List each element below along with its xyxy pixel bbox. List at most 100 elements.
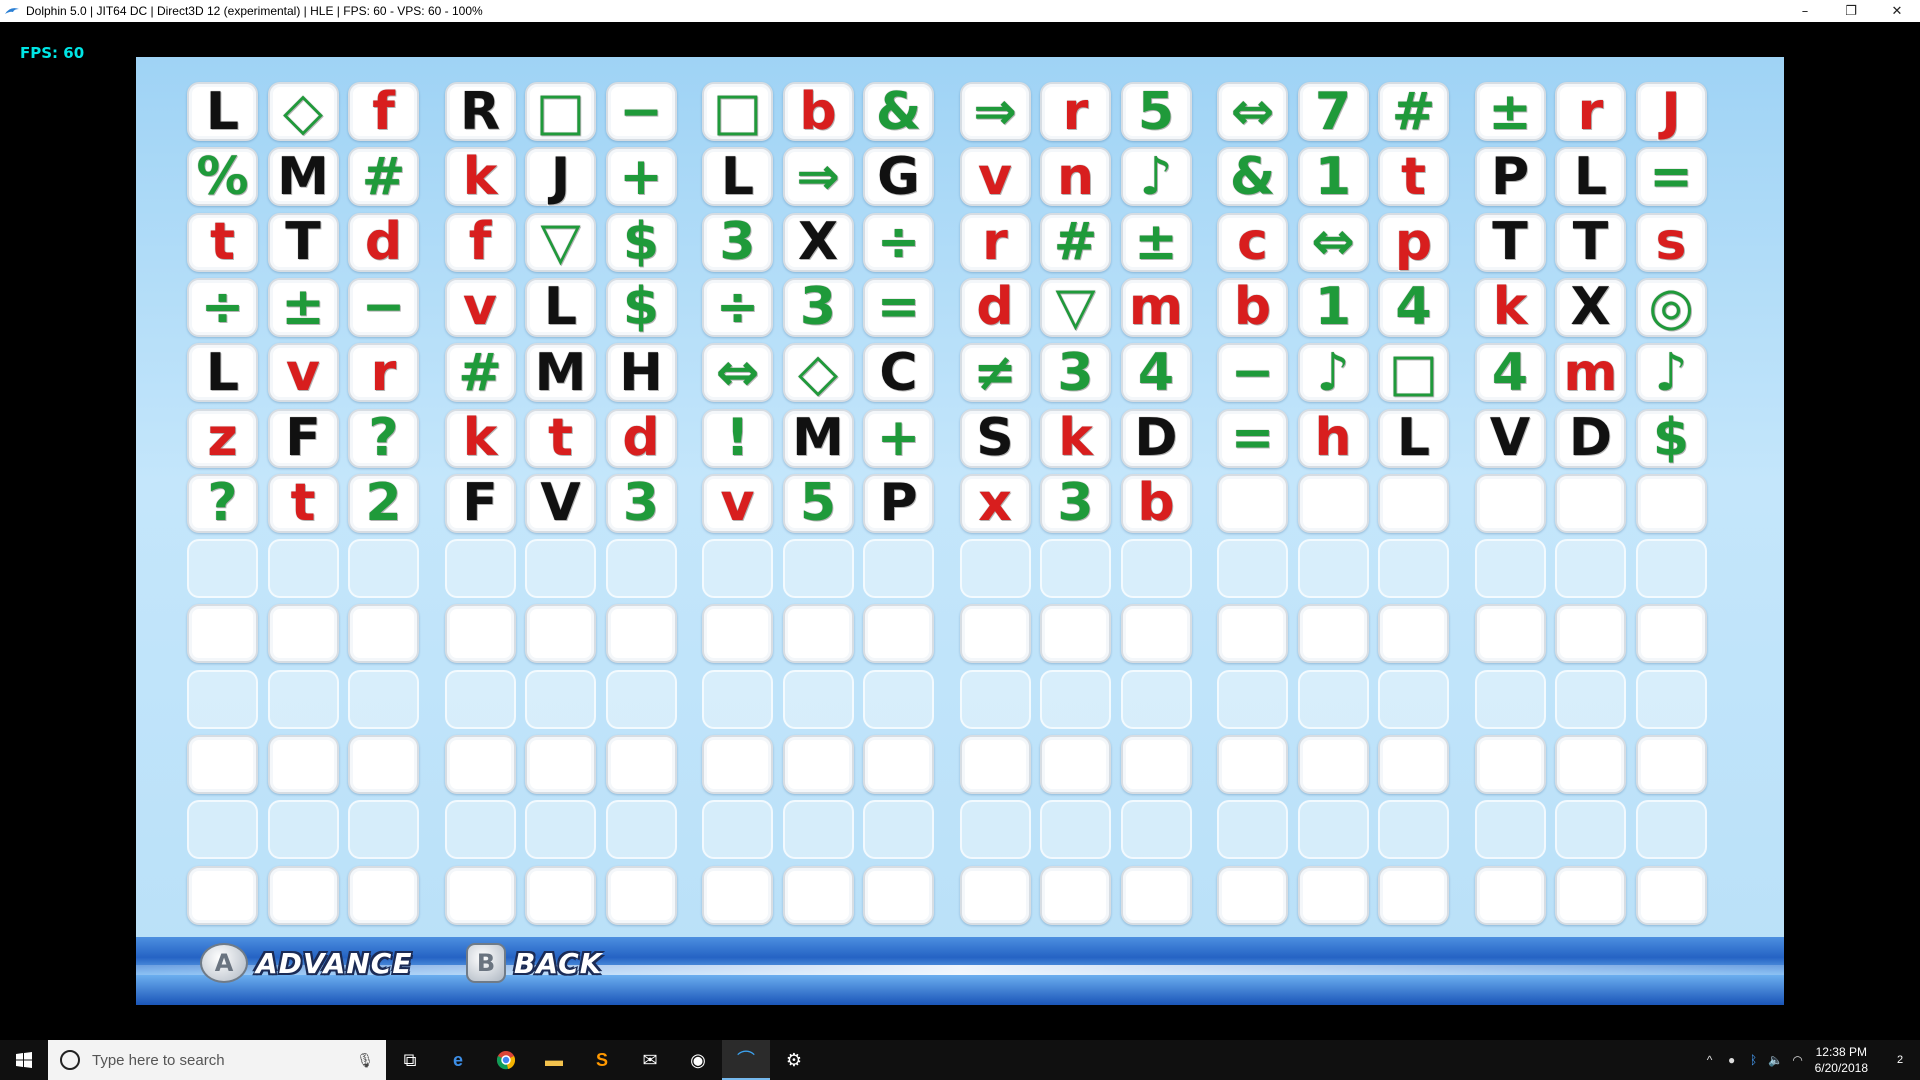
empty-tile[interactable] bbox=[1297, 604, 1369, 664]
empty-tile[interactable] bbox=[348, 539, 419, 599]
symbol-tile[interactable]: 3 bbox=[1040, 473, 1111, 533]
empty-tile[interactable] bbox=[605, 735, 677, 794]
empty-tile[interactable] bbox=[1120, 865, 1192, 925]
back-hint[interactable]: B BACK bbox=[466, 943, 602, 983]
symbol-tile[interactable]: ♪ bbox=[1297, 343, 1369, 403]
windows-start-icon[interactable] bbox=[0, 1040, 48, 1080]
symbol-tile[interactable]: F bbox=[444, 473, 516, 533]
chrome-icon[interactable] bbox=[482, 1040, 530, 1080]
empty-tile[interactable] bbox=[525, 800, 596, 860]
empty-tile[interactable] bbox=[1217, 800, 1288, 860]
symbol-tile[interactable]: − bbox=[348, 277, 419, 337]
symbol-tile[interactable]: = bbox=[1635, 147, 1707, 207]
empty-tile[interactable] bbox=[348, 735, 419, 794]
empty-tile[interactable] bbox=[1474, 865, 1546, 925]
symbol-tile[interactable]: L bbox=[187, 82, 258, 141]
empty-tile[interactable] bbox=[1040, 539, 1111, 599]
symbol-tile[interactable]: n bbox=[1040, 147, 1111, 207]
symbol-tile[interactable]: r bbox=[959, 212, 1031, 272]
empty-tile[interactable] bbox=[1120, 800, 1192, 860]
symbol-tile[interactable]: V bbox=[1474, 408, 1546, 468]
symbol-tile[interactable]: b bbox=[1217, 277, 1288, 337]
symbol-tile[interactable]: 2 bbox=[348, 473, 419, 533]
symbol-tile[interactable]: L bbox=[525, 277, 596, 337]
empty-tile[interactable] bbox=[525, 735, 596, 794]
symbol-tile[interactable]: 1 bbox=[1297, 147, 1369, 207]
symbol-tile[interactable]: M bbox=[267, 147, 339, 207]
obs-icon[interactable]: ◉ bbox=[674, 1040, 722, 1080]
symbol-tile[interactable]: k bbox=[444, 408, 516, 468]
taskbar-search[interactable]: Type here to search 🎙 bbox=[48, 1040, 386, 1080]
symbol-tile[interactable]: 4 bbox=[1474, 343, 1546, 403]
empty-tile[interactable] bbox=[1040, 604, 1111, 664]
symbol-tile[interactable]: L bbox=[702, 147, 773, 207]
symbol-tile[interactable]: □ bbox=[525, 82, 596, 141]
empty-tile[interactable] bbox=[1474, 539, 1546, 599]
symbol-tile[interactable]: + bbox=[863, 408, 934, 468]
symbol-tile[interactable]: ÷ bbox=[187, 277, 258, 337]
empty-tile[interactable] bbox=[1378, 604, 1449, 664]
symbol-tile[interactable]: ! bbox=[702, 408, 773, 468]
symbol-tile[interactable]: 3 bbox=[782, 277, 854, 337]
empty-tile[interactable] bbox=[782, 669, 854, 729]
symbol-tile[interactable]: ♪ bbox=[1120, 147, 1192, 207]
symbol-tile[interactable]: v bbox=[267, 343, 339, 403]
symbol-tile[interactable]: ◇ bbox=[782, 343, 854, 403]
empty-tile[interactable] bbox=[702, 604, 773, 664]
symbol-tile[interactable]: t bbox=[1378, 147, 1449, 207]
empty-tile[interactable] bbox=[1555, 735, 1626, 794]
empty-tile[interactable] bbox=[605, 604, 677, 664]
empty-tile[interactable] bbox=[702, 669, 773, 729]
symbol-tile[interactable]: D bbox=[1120, 408, 1192, 468]
symbol-tile[interactable]: = bbox=[1217, 408, 1288, 468]
symbol-tile[interactable]: ⇔ bbox=[1297, 212, 1369, 272]
symbol-tile[interactable]: t bbox=[525, 408, 596, 468]
symbol-tile[interactable]: T bbox=[1474, 212, 1546, 272]
empty-tile[interactable] bbox=[1555, 865, 1626, 925]
symbol-tile[interactable]: + bbox=[605, 147, 677, 207]
symbol-tile[interactable]: ◎ bbox=[1635, 277, 1707, 337]
symbol-tile[interactable]: T bbox=[1555, 212, 1626, 272]
symbol-tile[interactable]: ≠ bbox=[959, 343, 1031, 403]
symbol-tile[interactable]: J bbox=[525, 147, 596, 207]
empty-tile[interactable] bbox=[782, 800, 854, 860]
shield-icon[interactable]: ● bbox=[1721, 1053, 1743, 1067]
empty-tile[interactable] bbox=[1120, 669, 1192, 729]
empty-tile[interactable] bbox=[348, 865, 419, 925]
empty-tile[interactable] bbox=[1120, 539, 1192, 599]
empty-tile[interactable] bbox=[525, 604, 596, 664]
symbol-tile[interactable]: C bbox=[863, 343, 934, 403]
symbol-tile[interactable]: k bbox=[1474, 277, 1546, 337]
symbol-tile[interactable]: ? bbox=[348, 408, 419, 468]
symbol-tile[interactable]: 1 bbox=[1297, 277, 1369, 337]
empty-tile[interactable] bbox=[1635, 604, 1707, 664]
symbol-tile[interactable]: x bbox=[959, 473, 1031, 533]
empty-tile[interactable] bbox=[1120, 735, 1192, 794]
symbol-tile[interactable]: P bbox=[863, 473, 934, 533]
empty-tile[interactable] bbox=[1378, 539, 1449, 599]
symbol-tile[interactable]: $ bbox=[1635, 408, 1707, 468]
symbol-tile[interactable]: v bbox=[702, 473, 773, 533]
task-view-icon[interactable]: ⧉ bbox=[386, 1040, 434, 1080]
empty-tile[interactable] bbox=[1555, 800, 1626, 860]
empty-tile[interactable] bbox=[1635, 539, 1707, 599]
symbol-tile[interactable]: b bbox=[782, 82, 854, 141]
empty-tile[interactable] bbox=[1635, 669, 1707, 729]
empty-tile[interactable] bbox=[1297, 800, 1369, 860]
edge-icon[interactable]: e bbox=[434, 1040, 482, 1080]
symbol-tile[interactable]: ± bbox=[1120, 212, 1192, 272]
empty-tile[interactable] bbox=[959, 669, 1031, 729]
symbol-tile[interactable]: M bbox=[525, 343, 596, 403]
sublime-icon[interactable]: S bbox=[578, 1040, 626, 1080]
empty-tile[interactable] bbox=[1378, 800, 1449, 860]
empty-tile[interactable] bbox=[187, 735, 258, 794]
chevron-up-icon[interactable]: ^ bbox=[1699, 1053, 1721, 1067]
symbol-tile[interactable]: f bbox=[444, 212, 516, 272]
symbol-tile[interactable]: □ bbox=[1378, 343, 1449, 403]
symbol-tile[interactable]: □ bbox=[702, 82, 773, 141]
empty-tile[interactable] bbox=[1040, 865, 1111, 925]
symbol-tile[interactable]: c bbox=[1217, 212, 1288, 272]
empty-tile[interactable] bbox=[1217, 539, 1288, 599]
microphone-icon[interactable]: 🎙 bbox=[356, 1052, 374, 1069]
symbol-tile[interactable]: v bbox=[444, 277, 516, 337]
